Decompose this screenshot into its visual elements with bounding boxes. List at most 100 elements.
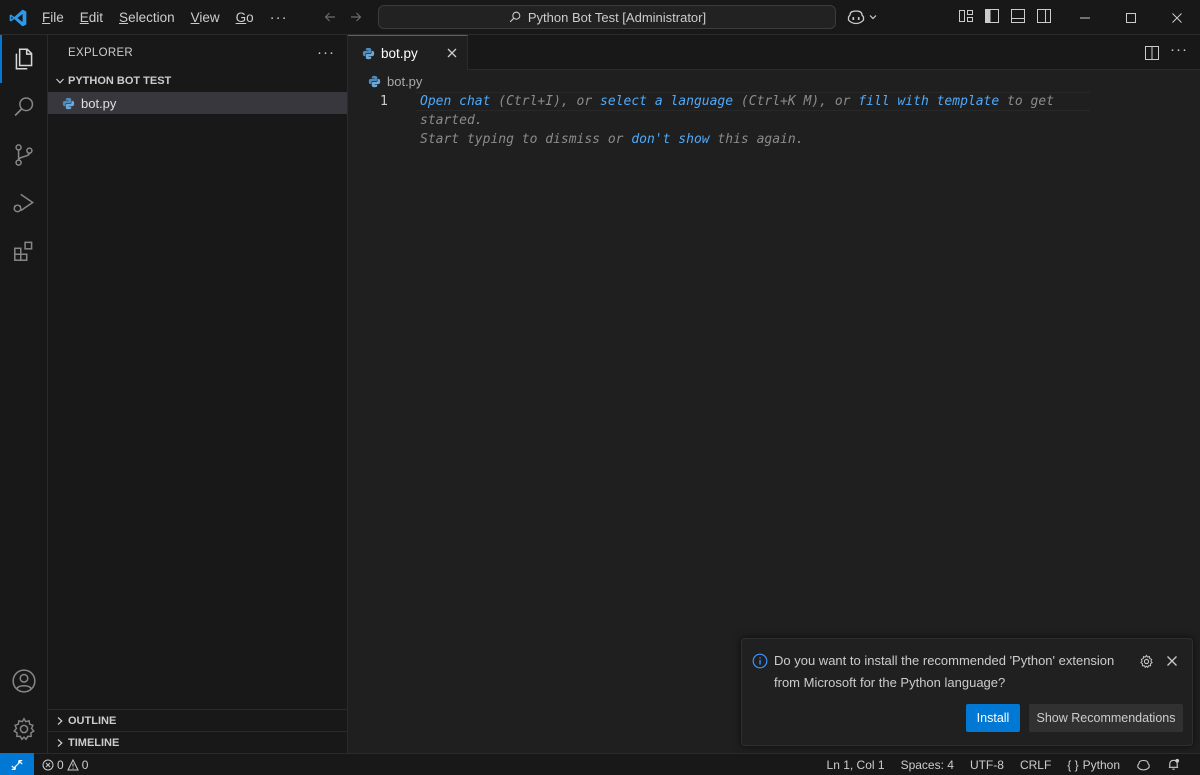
python-file-icon bbox=[62, 97, 75, 109]
breadcrumb-file[interactable]: bot.py bbox=[387, 74, 422, 89]
braces-icon: { } bbox=[1067, 757, 1079, 772]
toggle-panel-icon[interactable] bbox=[1010, 8, 1026, 24]
editor-tabs: bot.py ··· bbox=[348, 35, 1200, 70]
bell-icon bbox=[1168, 758, 1180, 770]
end-of-line[interactable]: CRLF bbox=[1012, 758, 1059, 772]
toggle-secondary-sidebar-icon[interactable] bbox=[1036, 8, 1052, 24]
copilot-icon bbox=[847, 10, 865, 25]
empty-editor-hint: Open chat (Ctrl+I), or select a language… bbox=[420, 94, 1055, 147]
command-center[interactable]: Python Bot Test [Administrator] bbox=[378, 5, 836, 29]
menu-bar: File Edit Selection View Go ··· bbox=[34, 0, 296, 35]
activity-run-debug[interactable] bbox=[0, 179, 48, 227]
chevron-right-icon bbox=[52, 713, 68, 729]
select-language-link[interactable]: select a language bbox=[600, 94, 733, 109]
install-button[interactable]: Install bbox=[966, 704, 1020, 732]
problems-indicator[interactable]: 0 0 bbox=[42, 754, 88, 775]
timeline-label: TIMELINE bbox=[68, 736, 120, 749]
minimize-button[interactable] bbox=[1062, 0, 1108, 35]
run-debug-icon bbox=[13, 193, 35, 213]
close-icon[interactable] bbox=[445, 46, 459, 60]
activity-source-control[interactable] bbox=[0, 131, 48, 179]
activity-search[interactable] bbox=[0, 83, 48, 131]
explorer-icon bbox=[15, 48, 33, 70]
encoding[interactable]: UTF-8 bbox=[962, 758, 1012, 772]
python-file-icon bbox=[362, 47, 375, 59]
activity-extensions[interactable] bbox=[0, 227, 48, 275]
close-icon[interactable] bbox=[1165, 654, 1179, 668]
remote-icon bbox=[11, 759, 23, 770]
activity-bar bbox=[0, 35, 48, 753]
fill-template-link[interactable]: fill with template bbox=[858, 94, 999, 109]
search-icon bbox=[509, 11, 521, 23]
extensions-icon bbox=[14, 241, 33, 261]
info-icon bbox=[752, 653, 768, 669]
file-tree-item[interactable]: bot.py bbox=[48, 92, 347, 114]
menu-edit[interactable]: Edit bbox=[72, 0, 111, 35]
vscode-logo-icon bbox=[9, 9, 27, 27]
activity-manage[interactable] bbox=[0, 705, 48, 753]
maximize-button[interactable] bbox=[1108, 0, 1154, 35]
outline-section-header[interactable]: OUTLINE bbox=[48, 709, 348, 731]
open-chat-link[interactable]: Open chat bbox=[420, 94, 490, 109]
menu-file[interactable]: File bbox=[34, 0, 72, 35]
gear-icon[interactable] bbox=[1139, 654, 1154, 669]
chevron-down-icon bbox=[869, 15, 877, 20]
folder-section-header[interactable]: PYTHON BOT TEST bbox=[48, 70, 347, 92]
forward-arrow-icon[interactable] bbox=[345, 6, 367, 28]
manage-gear-icon bbox=[13, 717, 35, 741]
sidebar-header: EXPLORER ··· bbox=[48, 35, 347, 70]
copilot-status[interactable] bbox=[1128, 759, 1159, 771]
command-center-title: Python Bot Test [Administrator] bbox=[527, 9, 707, 25]
window-controls bbox=[1062, 0, 1200, 35]
show-recommendations-button[interactable]: Show Recommendations bbox=[1029, 704, 1183, 732]
menu-more-button[interactable]: ··· bbox=[262, 0, 296, 35]
language-label: Python bbox=[1082, 757, 1120, 772]
extension-recommendation-toast: Do you want to install the recommended '… bbox=[741, 638, 1193, 746]
activity-accounts[interactable] bbox=[0, 657, 48, 705]
menu-selection[interactable]: Selection bbox=[111, 0, 183, 35]
tab-bot-py[interactable]: bot.py bbox=[348, 35, 468, 70]
status-bar: 0 0 Ln 1, Col 1 Spaces: 4 UTF-8 CRLF { }… bbox=[0, 753, 1200, 775]
chevron-down-icon bbox=[52, 73, 68, 89]
copilot-icon bbox=[1137, 759, 1150, 770]
dont-show-link[interactable]: don't show bbox=[631, 132, 709, 147]
chevron-right-icon bbox=[52, 735, 68, 751]
menu-view[interactable]: View bbox=[183, 0, 228, 35]
line-number: 1 bbox=[380, 94, 388, 109]
indentation[interactable]: Spaces: 4 bbox=[893, 758, 962, 772]
error-icon bbox=[42, 759, 54, 770]
close-window-button[interactable] bbox=[1154, 0, 1200, 35]
outline-label: OUTLINE bbox=[68, 714, 117, 727]
error-count: 0 bbox=[57, 757, 64, 772]
minimize-icon bbox=[1080, 17, 1090, 18]
customize-layout-icon[interactable] bbox=[958, 8, 974, 24]
toggle-primary-sidebar-icon[interactable] bbox=[984, 8, 1000, 24]
warning-count: 0 bbox=[81, 757, 89, 772]
remote-indicator[interactable] bbox=[0, 753, 34, 775]
back-arrow-icon[interactable] bbox=[319, 6, 341, 28]
layout-controls bbox=[958, 8, 1052, 24]
sidebar-bottom-sections: OUTLINE TIMELINE bbox=[48, 709, 348, 753]
accounts-icon bbox=[12, 669, 36, 693]
close-icon bbox=[1172, 12, 1182, 23]
title-bar: File Edit Selection View Go ··· Python B… bbox=[0, 0, 1200, 35]
source-control-icon bbox=[15, 144, 33, 166]
maximize-icon bbox=[1126, 12, 1136, 23]
toast-message: Do you want to install the recommended '… bbox=[774, 653, 1115, 690]
tab-label: bot.py bbox=[381, 45, 418, 61]
breadcrumb: bot.py bbox=[348, 70, 1200, 92]
file-name: bot.py bbox=[81, 95, 117, 111]
sidebar-more-button[interactable]: ··· bbox=[317, 44, 335, 61]
copilot-button[interactable] bbox=[846, 7, 878, 27]
editor-more-button[interactable]: ··· bbox=[1170, 41, 1188, 58]
split-editor-icon[interactable] bbox=[1144, 45, 1160, 61]
status-right-items: Ln 1, Col 1 Spaces: 4 UTF-8 CRLF { } Pyth… bbox=[819, 754, 1188, 775]
explorer-sidebar: EXPLORER ··· PYTHON BOT TEST bot.py OUTL… bbox=[48, 35, 348, 753]
python-file-icon bbox=[368, 75, 381, 87]
cursor-position[interactable]: Ln 1, Col 1 bbox=[819, 758, 893, 772]
timeline-section-header[interactable]: TIMELINE bbox=[48, 731, 348, 753]
notifications-bell[interactable] bbox=[1159, 758, 1188, 771]
menu-go[interactable]: Go bbox=[228, 0, 262, 35]
activity-explorer[interactable] bbox=[0, 35, 48, 83]
language-mode[interactable]: { } Python bbox=[1059, 758, 1128, 772]
